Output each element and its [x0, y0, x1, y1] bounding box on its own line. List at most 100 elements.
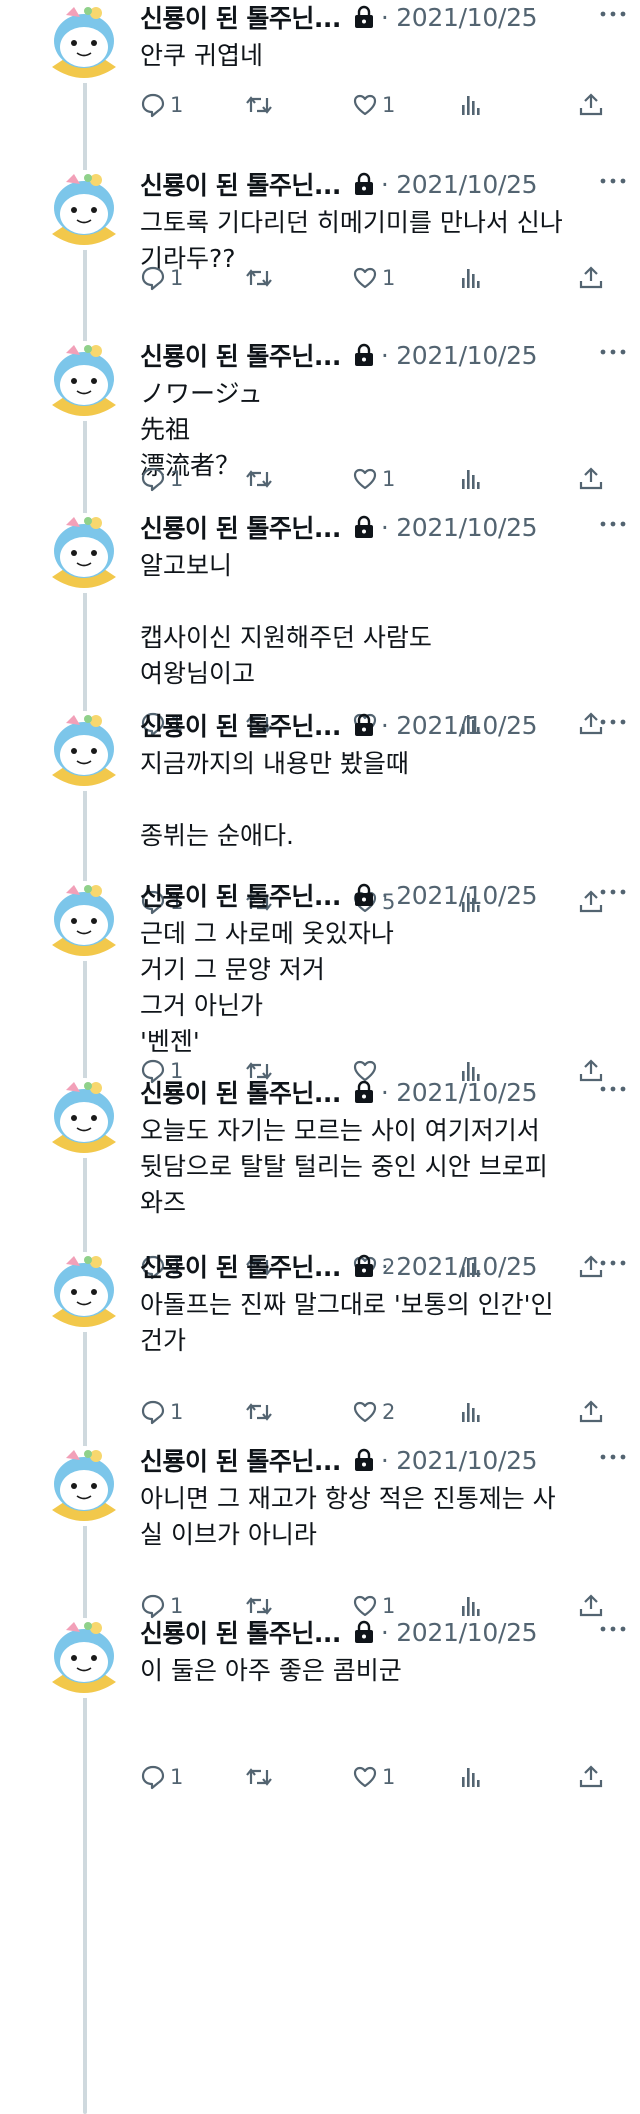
author-name[interactable]: 신룡이 된 톨주닌... [140, 1248, 341, 1284]
avatar[interactable] [44, 1252, 124, 1332]
tweet-header: 신룡이 된 톨주닌... · 2021/10/25 [140, 1249, 622, 1283]
like-button[interactable]: 1 [352, 464, 395, 494]
views-button[interactable] [458, 90, 484, 120]
more-icon[interactable] [598, 1449, 628, 1465]
avatar[interactable] [44, 341, 124, 421]
lock-icon [353, 883, 375, 907]
retweet-button[interactable] [246, 1397, 272, 1427]
lock-icon [353, 1620, 375, 1644]
tweet-item[interactable]: 신룡이 된 톨주닌... · 2021/10/25 아니면 그 재고가 항상 적은 … [0, 1442, 640, 1619]
tweet-actions: 11 [140, 263, 624, 293]
like-count: 2 [382, 1400, 396, 1424]
more-icon[interactable] [598, 1621, 628, 1637]
share-button[interactable] [578, 1397, 604, 1427]
share-button[interactable] [578, 464, 604, 494]
avatar[interactable] [44, 881, 124, 961]
views-button[interactable] [458, 1397, 484, 1427]
reply-button[interactable]: 1 [140, 464, 183, 494]
tweet-item[interactable]: 신룡이 된 톨주닌... · 2021/10/25 안쿠 귀엽네 1 1 [0, 0, 640, 167]
tweet-header: 신룡이 된 톨주닌... · 2021/10/25 [140, 167, 622, 201]
tweet-text: 아니면 그 재고가 항상 적은 진통제는 사 실 이브가 아니라 [140, 1484, 556, 1549]
tweet-date[interactable]: · 2021/10/25 [381, 341, 538, 370]
tweet-date[interactable]: · 2021/10/25 [381, 1252, 538, 1281]
views-icon [458, 1764, 484, 1790]
tweet-item[interactable]: 신룡이 된 톨주닌... · 2021/10/25 근데 그 사로메 옷있자나 거기… [0, 877, 640, 1084]
more-icon[interactable] [598, 173, 628, 189]
tweet-item[interactable]: 신룡이 된 톨주닌... · 2021/10/25 알고보니 캡사이신 지원해주던 … [0, 509, 640, 737]
author-name[interactable]: 신룡이 된 톨주닌... [140, 0, 341, 35]
tweet-date[interactable]: · 2021/10/25 [381, 513, 538, 542]
like-button[interactable]: 1 [352, 263, 395, 293]
retweet-button[interactable] [246, 1762, 272, 1792]
tweet-text: 지금까지의 내용만 봤을때 종뷔는 순애다. [140, 749, 409, 850]
avatar[interactable] [44, 170, 124, 250]
avatar[interactable] [44, 1618, 124, 1698]
author-name[interactable]: 신룡이 된 톨주닌... [140, 509, 341, 545]
avatar[interactable] [44, 3, 124, 83]
retweet-icon [246, 466, 272, 492]
views-button[interactable] [458, 1762, 484, 1792]
reply-button[interactable]: 1 [140, 1762, 183, 1792]
lock-icon [353, 515, 375, 539]
avatar[interactable] [44, 1078, 124, 1158]
more-icon[interactable] [598, 516, 628, 532]
tweet-actions: 11 [140, 464, 624, 494]
author-name[interactable]: 신룡이 된 톨주닌... [140, 877, 341, 913]
author-name[interactable]: 신룡이 된 톨주닌... [140, 707, 341, 743]
views-icon [458, 1399, 484, 1425]
share-button[interactable] [578, 1762, 604, 1792]
lock-icon [353, 343, 375, 367]
more-icon[interactable] [598, 6, 628, 22]
retweet-button[interactable] [246, 464, 272, 494]
author-name[interactable]: 신룡이 된 톨주닌... [140, 337, 341, 373]
retweet-button[interactable] [246, 263, 272, 293]
reply-count: 1 [170, 93, 184, 117]
views-button[interactable] [458, 464, 484, 494]
more-icon[interactable] [598, 884, 628, 900]
tweet-item[interactable]: 신룡이 된 톨주닌... · 2021/10/25 ノワージュ 先祖 漂流者？ 1 1 [0, 338, 640, 510]
tweet-date[interactable]: · 2021/10/25 [381, 1078, 538, 1107]
tweet-item[interactable]: 신룡이 된 톨주닌... · 2021/10/25 지금까지의 내용만 봤을때 종뷔… [0, 707, 640, 915]
reply-icon [140, 92, 166, 118]
more-icon[interactable] [598, 344, 628, 360]
tweet-item[interactable]: 신룡이 된 톨주닌... · 2021/10/25 그토록 기다리던 히메기미를 만… [0, 167, 640, 338]
more-icon[interactable] [598, 1081, 628, 1097]
lock-icon [353, 1254, 375, 1278]
author-name[interactable]: 신룡이 된 톨주닌... [140, 1614, 341, 1650]
author-name[interactable]: 신룡이 된 톨주닌... [140, 1074, 341, 1110]
more-icon[interactable] [598, 714, 628, 730]
tweet-item[interactable]: 신룡이 된 톨주닌... · 2021/10/25 아돌프는 진짜 말그대로 '보통… [0, 1249, 640, 1443]
like-button[interactable]: 2 [352, 1397, 395, 1427]
like-button[interactable]: 1 [352, 1762, 395, 1792]
tweet-date[interactable]: · 2021/10/25 [381, 1446, 538, 1475]
avatar[interactable] [44, 513, 124, 593]
tweet-date[interactable]: · 2021/10/25 [381, 1618, 538, 1647]
tweet-date[interactable]: · 2021/10/25 [381, 711, 538, 740]
like-button[interactable]: 1 [352, 90, 395, 120]
tweet-item[interactable]: 신룡이 된 톨주닌... · 2021/10/25 이 둘은 아주 좋은 콤비군 1 1 [0, 1614, 640, 1790]
retweet-button[interactable] [246, 90, 272, 120]
author-name[interactable]: 신룡이 된 톨주닌... [140, 166, 341, 202]
reply-icon [140, 1399, 166, 1425]
tweet-date[interactable]: · 2021/10/25 [381, 170, 538, 199]
more-icon[interactable] [598, 1255, 628, 1271]
tweet-text: 근데 그 사로메 옷있자나 거기 그 문양 저거 그거 아닌가 '벤젠' [140, 919, 394, 1056]
avatar[interactable] [44, 1446, 124, 1526]
reply-button[interactable]: 1 [140, 263, 183, 293]
reply-button[interactable]: 1 [140, 90, 183, 120]
share-icon [578, 265, 604, 291]
share-button[interactable] [578, 90, 604, 120]
views-icon [458, 92, 484, 118]
tweet-item[interactable]: 신룡이 된 톨주닌... · 2021/10/25 오늘도 자기는 모르는 사이 여… [0, 1074, 640, 1280]
author-name[interactable]: 신룡이 된 톨주닌... [140, 1442, 341, 1478]
reply-button[interactable]: 1 [140, 1397, 183, 1427]
reply-count: 1 [170, 467, 184, 491]
share-button[interactable] [578, 263, 604, 293]
tweet-header: 신룡이 된 톨주닌... · 2021/10/25 [140, 338, 622, 372]
tweet-date[interactable]: · 2021/10/25 [381, 881, 538, 910]
share-icon [578, 466, 604, 492]
reply-icon [140, 265, 166, 291]
views-button[interactable] [458, 263, 484, 293]
tweet-date[interactable]: · 2021/10/25 [381, 3, 538, 32]
avatar[interactable] [44, 711, 124, 791]
